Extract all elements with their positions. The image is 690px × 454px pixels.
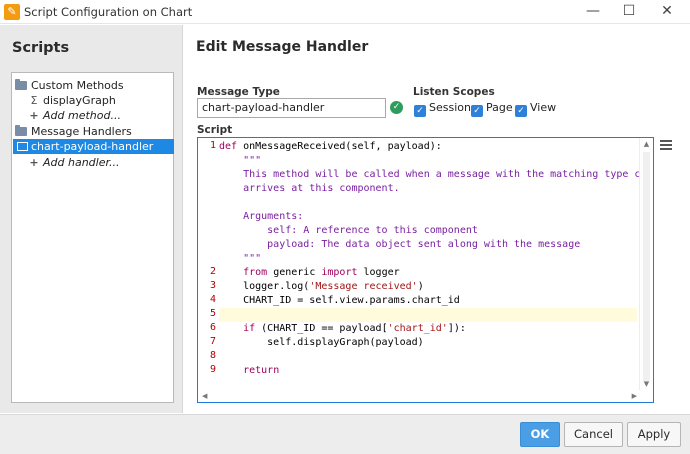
code-line[interactable]: self.displayGraph(payload)	[219, 336, 637, 350]
checkbox-checked-icon: ✓	[515, 105, 527, 117]
tree-folder-message-handlers[interactable]: Message Handlers	[15, 124, 132, 139]
code-keyword: return	[243, 365, 280, 376]
scroll-thumb[interactable]	[643, 152, 650, 382]
plus-icon: +	[29, 109, 39, 122]
tree-folder-label: Custom Methods	[31, 79, 124, 92]
scope-label: View	[530, 101, 557, 114]
script-label: Script	[197, 124, 233, 136]
code-text: onMessageReceived(self, payload):	[237, 141, 442, 152]
ok-button[interactable]: OK	[520, 422, 560, 447]
tree-item-label: chart-payload-handler	[31, 140, 154, 153]
scope-label: Session	[429, 101, 471, 114]
close-button[interactable]: ✕	[650, 0, 684, 24]
page-title: Edit Message Handler	[196, 39, 369, 55]
editor-menu-icon[interactable]	[660, 140, 672, 150]
scroll-up-icon[interactable]: ▲	[640, 140, 653, 148]
apply-button[interactable]: Apply	[627, 422, 681, 447]
minimize-button[interactable]: —	[576, 0, 610, 24]
code-text: generic	[267, 267, 322, 278]
script-editor[interactable]: 1 2 3 4 5 6 7 8 9 def onMessageReceived(…	[197, 137, 654, 403]
valid-check-icon: ✓	[390, 101, 403, 114]
code-keyword: import	[321, 267, 358, 278]
line-number: 8	[209, 350, 216, 361]
code-line[interactable]: """	[219, 154, 637, 168]
scroll-right-icon[interactable]: ▶	[632, 390, 637, 402]
scope-session-checkbox[interactable]: ✓ Session	[414, 101, 471, 117]
code-line[interactable]: CHART_ID = self.view.params.chart_id	[219, 294, 637, 308]
code-line-current[interactable]	[219, 308, 637, 322]
folder-icon	[15, 125, 27, 136]
code-line[interactable]: def onMessageReceived(self, payload):	[219, 140, 637, 154]
code-keyword: from	[243, 267, 268, 278]
code-string: 'chart_id'	[387, 323, 448, 334]
maximize-button[interactable]: ☐	[612, 0, 646, 24]
sigma-icon: Σ	[30, 94, 38, 107]
checkbox-checked-icon: ✓	[414, 105, 426, 117]
code-line[interactable]: self: A reference to this component	[219, 224, 637, 238]
tree-item-chart-payload-handler[interactable]: chart-payload-handler	[13, 139, 174, 154]
message-handler-icon	[17, 142, 28, 151]
tree-item-displaygraph[interactable]: ΣdisplayGraph	[28, 93, 116, 108]
line-number: 5	[209, 308, 216, 319]
message-type-label: Message Type	[197, 86, 280, 98]
scroll-left-icon[interactable]: ◀	[202, 390, 207, 402]
code-text: (CHART_ID == payload[	[255, 323, 388, 334]
folder-icon	[15, 79, 27, 90]
code-keyword: def	[219, 141, 238, 152]
listen-scopes-label: Listen Scopes	[413, 86, 495, 98]
add-handler-label: Add handler...	[43, 156, 120, 169]
app-icon: ✎	[4, 4, 20, 20]
code-text: ]):	[447, 323, 466, 334]
add-method-label: Add method...	[43, 109, 121, 122]
line-number-gutter: 1 2 3 4 5 6 7 8 9	[198, 138, 219, 402]
code-line[interactable]: logger.log('Message received')	[219, 280, 637, 294]
code-line[interactable]: from generic import logger	[219, 266, 637, 280]
tree-item-label: displayGraph	[43, 94, 116, 107]
line-number: 1	[209, 140, 216, 151]
horizontal-scrollbar[interactable]: ◀ ▶	[198, 390, 641, 402]
scope-label: Page	[486, 101, 513, 114]
code-string: 'Message received'	[309, 281, 418, 292]
code-text: logger.log(	[219, 281, 310, 292]
code-line[interactable]: Arguments:	[219, 210, 637, 224]
add-method-item[interactable]: + Add method...	[28, 108, 121, 123]
code-text: logger	[357, 267, 400, 278]
code-line[interactable]: payload: The data object sent along with…	[219, 238, 637, 252]
vertical-scrollbar[interactable]: ▲ ▼	[639, 138, 653, 402]
line-number: 2	[209, 266, 216, 277]
line-number: 7	[209, 336, 216, 347]
cancel-button[interactable]: Cancel	[564, 422, 623, 447]
line-number: 4	[209, 294, 216, 305]
scripts-heading: Scripts	[12, 40, 70, 56]
checkbox-checked-icon: ✓	[471, 105, 483, 117]
code-keyword: if	[243, 323, 256, 334]
line-number: 9	[209, 364, 216, 375]
code-line[interactable]: if (CHART_ID == payload['chart_id']):	[219, 322, 637, 336]
code-text: )	[417, 281, 424, 292]
code-line[interactable]: arrives at this component.	[219, 182, 637, 196]
code-line[interactable]: This method will be called when a messag…	[219, 168, 653, 182]
title-bar: ✎ Script Configuration on Chart — ☐ ✕	[0, 0, 690, 24]
window-title: Script Configuration on Chart	[24, 5, 193, 19]
line-number: 6	[209, 322, 216, 333]
add-handler-item[interactable]: + Add handler...	[28, 155, 119, 170]
message-type-input[interactable]: chart-payload-handler	[197, 98, 386, 118]
code-line[interactable]: return	[219, 364, 637, 378]
tree-folder-label: Message Handlers	[31, 125, 132, 138]
plus-icon: +	[29, 156, 39, 169]
scripts-tree[interactable]: Custom Methods ΣdisplayGraph + Add method…	[11, 72, 174, 403]
scope-view-checkbox[interactable]: ✓ View	[515, 101, 557, 117]
scripts-sidebar: Scripts Custom Methods ΣdisplayGraph + Ad…	[0, 25, 183, 413]
scroll-down-icon[interactable]: ▼	[640, 380, 653, 388]
line-number: 3	[209, 280, 216, 291]
scope-page-checkbox[interactable]: ✓ Page	[471, 101, 513, 117]
tree-folder-custom-methods[interactable]: Custom Methods	[15, 78, 124, 93]
code-line[interactable]: """	[219, 252, 637, 266]
